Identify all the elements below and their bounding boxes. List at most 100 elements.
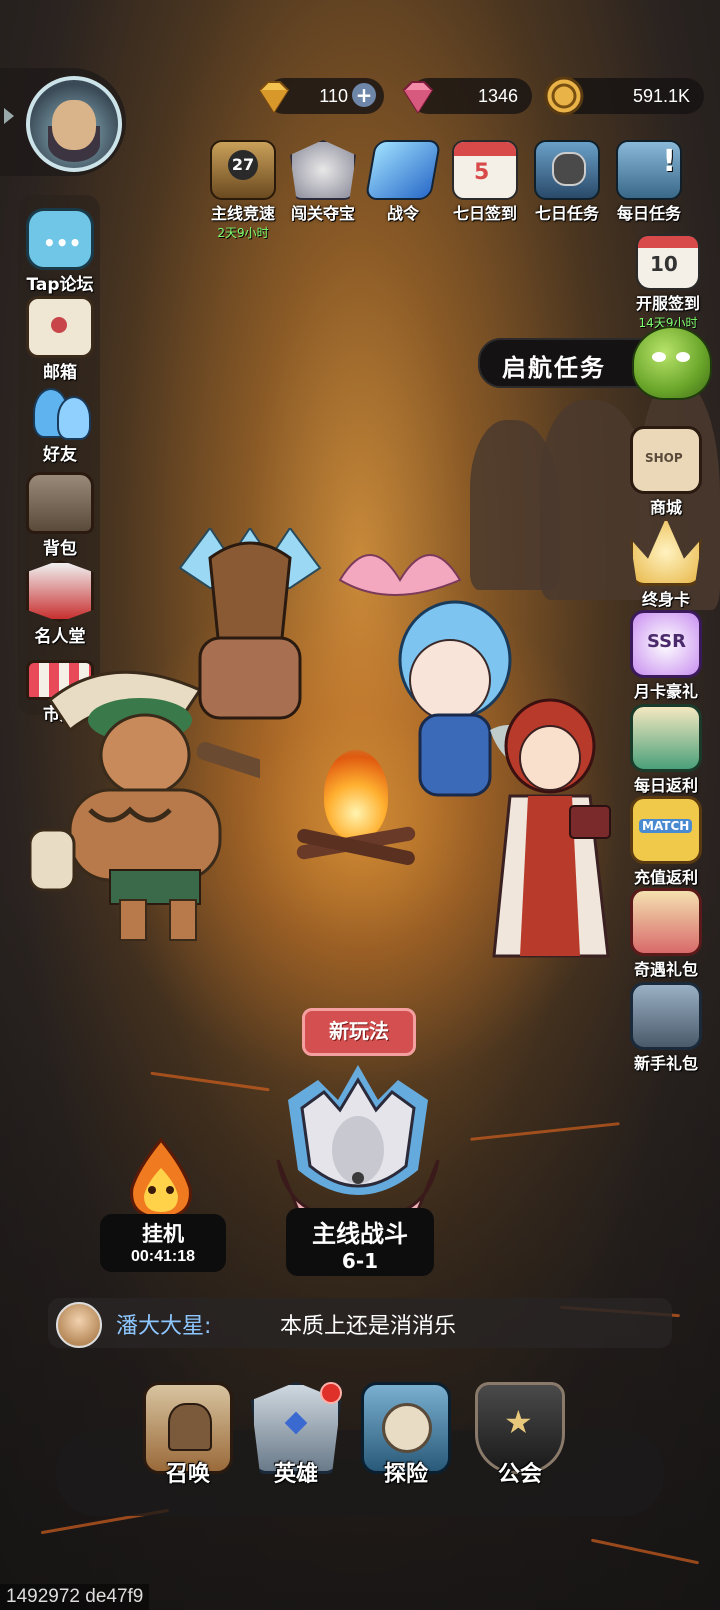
add-gem-button[interactable]: +: [352, 83, 376, 107]
gold-gem-value: 110: [319, 86, 348, 106]
ssr-tag: SSR: [647, 631, 686, 652]
quest-book-icon: !: [616, 140, 682, 200]
right-item-daily-rebate[interactable]: 每日返利: [620, 704, 712, 796]
top-icon-label: 每日任务: [616, 204, 681, 223]
hall-of-fame-icon: [26, 560, 94, 622]
right-item-topup-rebate[interactable]: MATCH 充值返利: [620, 796, 712, 888]
resource-coin[interactable]: 591.1K: [544, 76, 704, 116]
sidebar-item-mail[interactable]: 邮箱: [20, 296, 100, 383]
right-item-adventure-pack[interactable]: 奇遇礼包: [620, 888, 712, 980]
scholar-mage-character[interactable]: [490, 696, 620, 966]
collapse-arrow-icon[interactable]: [4, 108, 14, 124]
nav-guild[interactable]: ★ 公会: [472, 1382, 568, 1488]
race-level-badge: 27: [228, 150, 258, 180]
match-tag: MATCH: [639, 819, 693, 833]
match-card-icon: MATCH: [630, 796, 702, 864]
coin-value: 591.1K: [632, 86, 690, 106]
top-icon-daily-task[interactable]: ! 每日任务: [610, 140, 688, 224]
server-signin-button[interactable]: 10 开服签到 14天9小时: [626, 234, 710, 331]
chat-avatar: [56, 1302, 102, 1348]
calendar-header: [638, 236, 698, 248]
right-item-label: 月卡豪礼: [633, 682, 698, 701]
sidebar-item-backpack[interactable]: 背包: [20, 472, 100, 559]
ssr-card-icon: SSR: [630, 610, 702, 678]
campfire: [295, 740, 417, 880]
right-item-shop[interactable]: SHOP 商城: [620, 426, 712, 518]
crown-icon: [630, 518, 702, 586]
wolf-emblem-icon[interactable]: [268, 1060, 448, 1230]
chat-bubble-icon: •••: [26, 208, 94, 270]
top-icon-seven-day-signin[interactable]: 5 七日签到: [446, 140, 524, 224]
chat-message: 本质上还是消消乐: [280, 1314, 457, 1339]
main-battle-button[interactable]: 主线战斗 6-1: [286, 1208, 434, 1276]
dots-glyph: •••: [43, 231, 82, 255]
chat-bar[interactable]: 潘大大星: 本质上还是消消乐: [48, 1298, 672, 1348]
masked-brawler-sprite: [178, 526, 322, 720]
top-icon-main-race[interactable]: 27 主线竞速 2天9小时: [204, 140, 282, 241]
gift-basket-icon: [630, 888, 702, 956]
calendar-icon: 10: [636, 234, 700, 290]
slime-eye: [652, 352, 666, 362]
friend-figure: [57, 396, 91, 440]
player-avatar-panel[interactable]: [0, 68, 126, 176]
top-icon-seven-day-task[interactable]: 七日任务: [528, 140, 606, 224]
avatar-face: [52, 100, 96, 150]
calendar-day: 5: [474, 160, 490, 185]
nav-explore[interactable]: 探险: [358, 1382, 454, 1488]
slime-eye: [676, 352, 690, 362]
scholar-mage-sprite: [492, 698, 611, 958]
chat-sender-name: 潘大大星:: [116, 1314, 212, 1339]
calendar-icon: 5: [452, 140, 518, 200]
right-item-monthly-card[interactable]: SSR 月卡豪礼: [620, 610, 712, 702]
sidebar-item-hall-of-fame[interactable]: 名人堂: [20, 560, 100, 647]
top-icon-treasure[interactable]: 闯关夺宝: [284, 140, 362, 224]
nav-hero[interactable]: 英雄: [248, 1382, 344, 1488]
gift-box-icon: [630, 704, 702, 772]
right-item-starter-pack[interactable]: 新手礼包: [620, 982, 712, 1074]
gold-diamond-icon: [258, 81, 290, 114]
nav-label: 英雄: [273, 1462, 318, 1487]
top-icon-label: 战令: [386, 204, 419, 223]
idle-title: 挂机: [142, 1222, 184, 1246]
nav-label: 召唤: [165, 1462, 210, 1487]
top-icon-battle-pass[interactable]: 战令: [364, 140, 442, 224]
star-icon: ★: [504, 1403, 533, 1441]
idle-fire-icon[interactable]: [124, 1138, 198, 1220]
shop-bag-icon: SHOP: [630, 426, 702, 494]
main-battle-title: 主线战斗: [312, 1220, 408, 1248]
avatar[interactable]: [26, 76, 122, 172]
top-icon-label: 七日任务: [534, 204, 599, 223]
right-item-label: 充值返利: [633, 868, 698, 887]
masked-brawler-character[interactable]: [170, 526, 330, 728]
top-icon-label: 七日签到: [452, 204, 517, 223]
resource-pink-gem[interactable]: 1346: [402, 78, 532, 114]
right-item-label: 终身卡: [641, 590, 690, 609]
wolf-emblem-icon: [290, 140, 356, 200]
right-item-lifetime-card[interactable]: 终身卡: [620, 518, 712, 610]
helmet-shape: [552, 152, 586, 186]
shop-tag: SHOP: [645, 451, 683, 465]
server-signin-label: 开服签到: [635, 294, 700, 313]
trophy-icon: 27: [210, 140, 276, 200]
sidebar-item-tap-forum[interactable]: ••• Tap论坛: [20, 208, 100, 295]
right-item-label: 新手礼包: [633, 1054, 698, 1073]
main-battle-stage: 6-1: [341, 1249, 379, 1273]
calendar-day: 10: [650, 252, 678, 276]
coin-icon: [544, 76, 584, 116]
hero-gem: [284, 1411, 308, 1435]
compass-face: [382, 1403, 432, 1453]
green-slime-icon[interactable]: [632, 326, 712, 400]
resource-gold-gem[interactable]: 110 +: [258, 78, 384, 114]
right-item-label: 奇遇礼包: [633, 960, 698, 979]
notification-dot: [320, 1382, 342, 1404]
new-mode-badge: 新玩法: [302, 1008, 416, 1056]
idle-button[interactable]: 挂机 00:41:18: [100, 1214, 226, 1272]
voyage-quest-label: 启航任务: [502, 354, 606, 382]
sidebar-item-label: 名人堂: [34, 627, 86, 647]
sidebar-item-label: 背包: [43, 539, 77, 559]
nav-summon[interactable]: 召唤: [140, 1382, 236, 1488]
calendar-header: [454, 142, 516, 156]
starter-pack-icon: [630, 982, 702, 1050]
nav-label: 探险: [383, 1462, 428, 1487]
sidebar-item-friends[interactable]: 好友: [20, 384, 100, 465]
